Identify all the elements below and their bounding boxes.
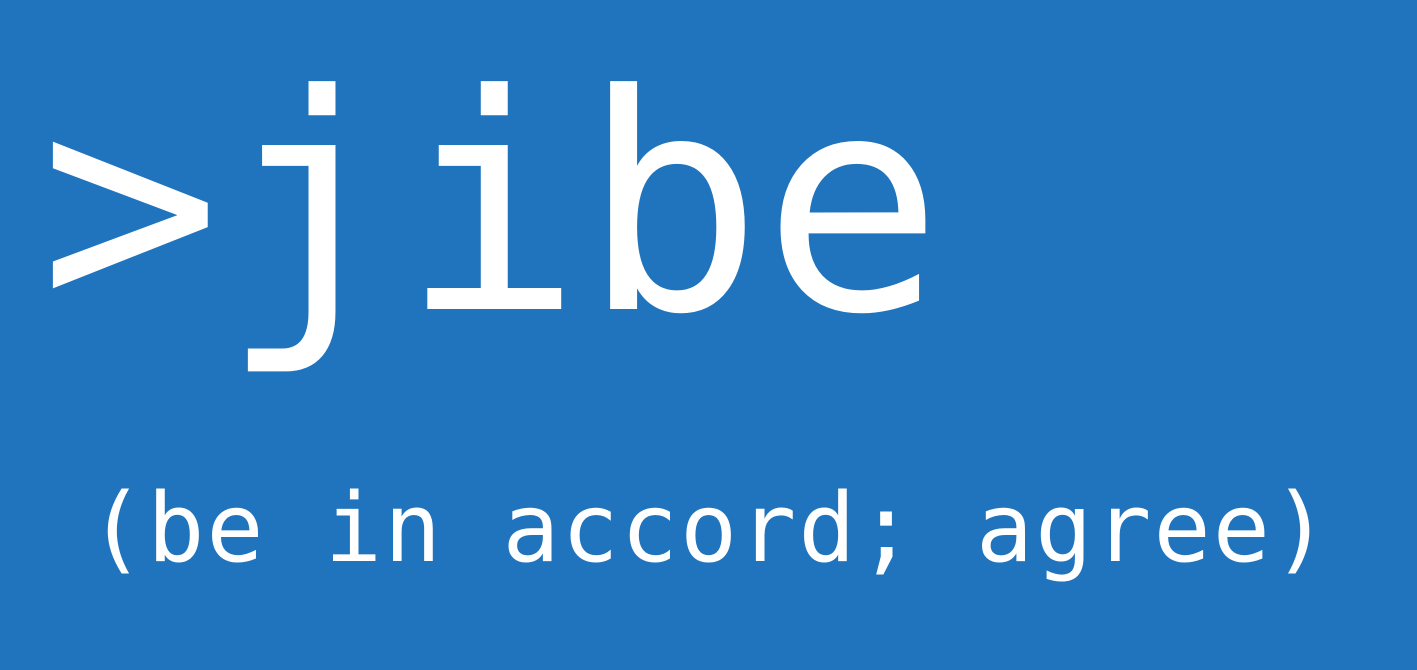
wordmark: >jibe [40,56,943,356]
brand-name: jibe [220,31,944,380]
tagline: (be in accord; agree) [88,474,1332,584]
logo: >jibe (be in accord; agree) [0,0,1417,670]
prompt-symbol: > [40,31,221,380]
